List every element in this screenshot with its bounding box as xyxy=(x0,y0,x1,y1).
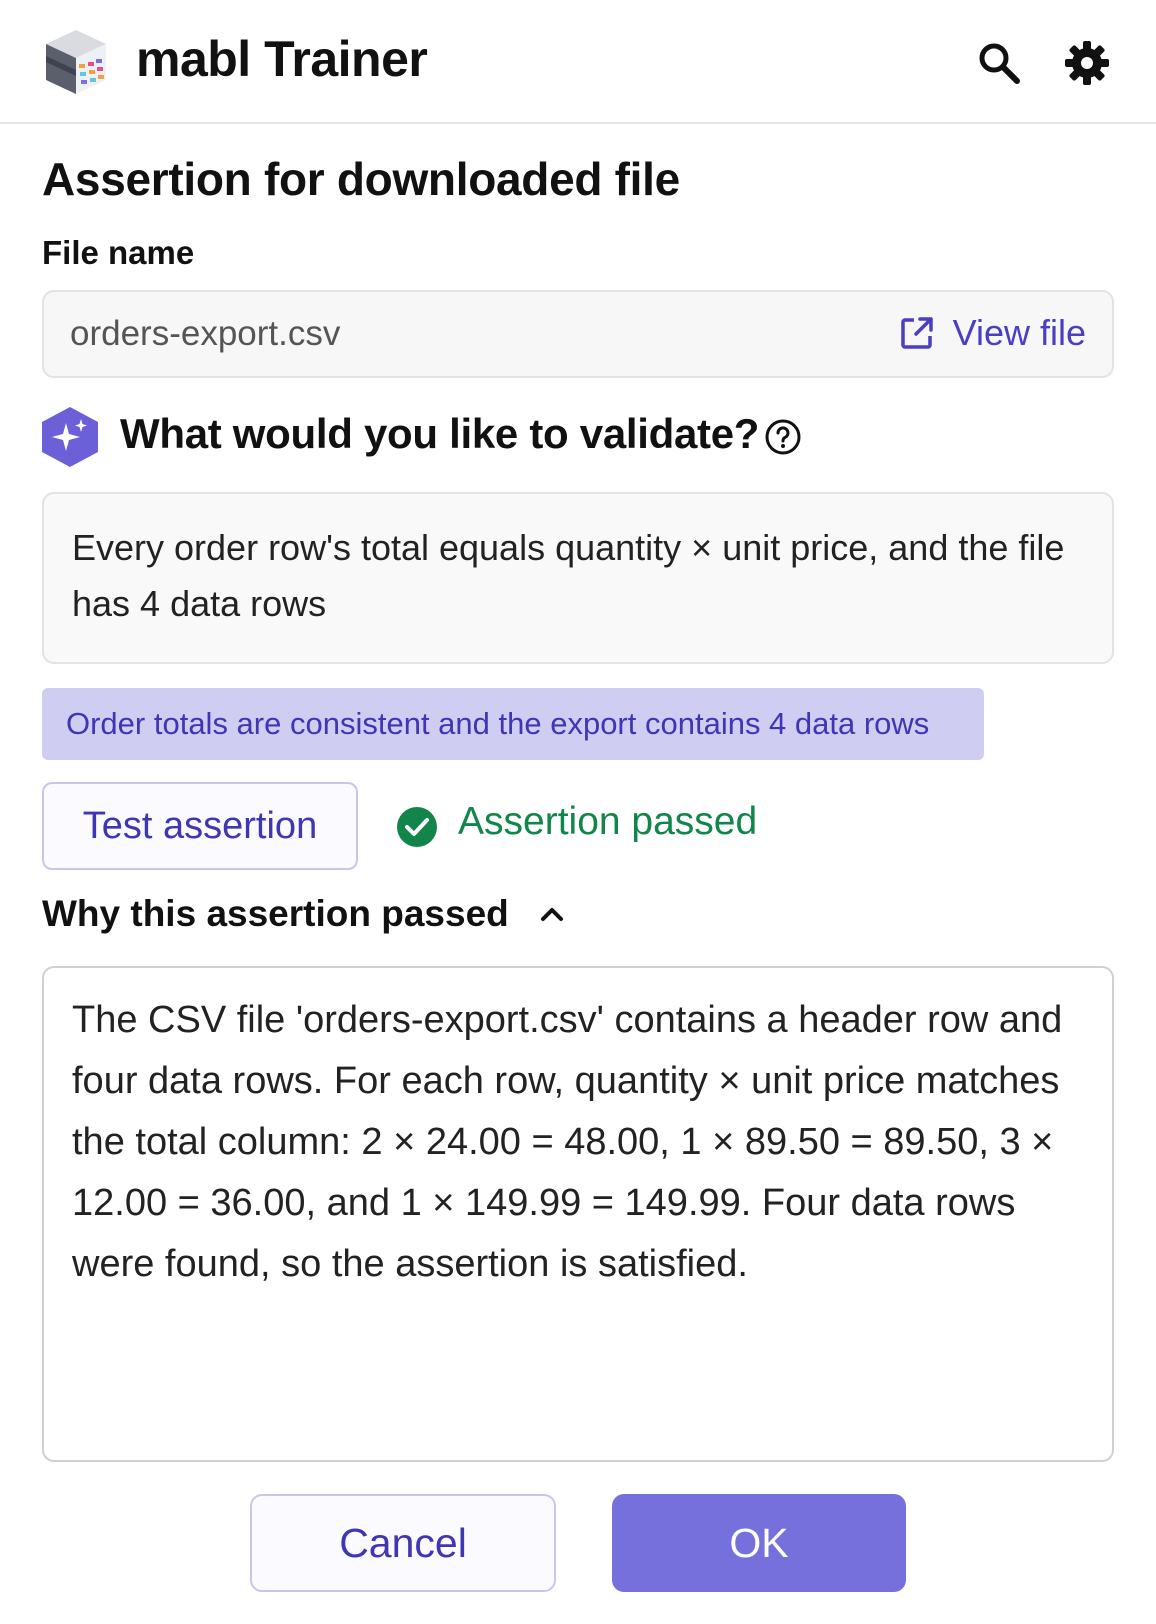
file-name-value: orders-export.csv xyxy=(70,314,341,353)
app-title: mabl Trainer xyxy=(136,31,428,87)
cancel-button[interactable]: Cancel xyxy=(250,1494,556,1592)
ai-sparkle-icon xyxy=(42,407,98,467)
external-link-icon xyxy=(900,317,933,349)
why-passed-toggle[interactable]: Why this assertion passed xyxy=(42,893,565,935)
explanation-text: The CSV file 'orders-export.csv' contain… xyxy=(42,966,1114,1462)
view-file-label: View file xyxy=(952,312,1086,353)
check-circle-icon xyxy=(397,807,437,847)
file-name-label: File name xyxy=(42,234,195,271)
view-file-link[interactable]: View file xyxy=(899,312,1086,354)
why-passed-label: Why this assertion passed xyxy=(42,893,509,934)
assertion-summary: Order totals are consistent and the expo… xyxy=(42,688,984,760)
app-header: mabl Trainer xyxy=(0,0,1156,124)
gear-icon[interactable] xyxy=(1064,40,1110,86)
ok-button[interactable]: OK xyxy=(612,1494,906,1592)
validation-prompt-input[interactable]: Every order row's total equals quantity … xyxy=(42,492,1114,664)
mabl-logo-icon xyxy=(46,30,106,94)
search-icon[interactable] xyxy=(976,40,1022,86)
validation-question: What would you like to validate? xyxy=(120,410,760,457)
assertion-result: Assertion passed xyxy=(458,800,758,843)
dialog-title: Assertion for downloaded file xyxy=(42,153,680,205)
test-assertion-button[interactable]: Test assertion xyxy=(42,782,358,870)
help-icon[interactable] xyxy=(764,418,802,456)
file-name-field: orders-export.csv View file xyxy=(42,290,1114,378)
chevron-up-icon xyxy=(540,908,563,921)
